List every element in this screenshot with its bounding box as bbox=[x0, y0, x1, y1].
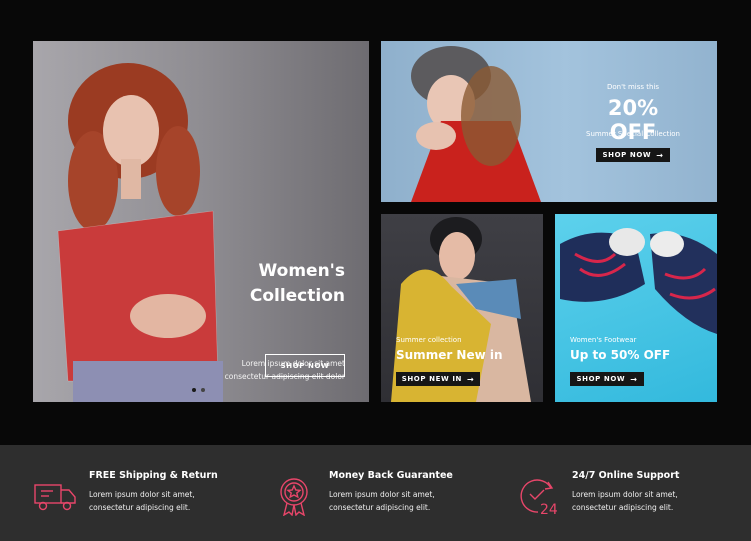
carousel-dot[interactable] bbox=[201, 388, 205, 392]
banner-title: Summer New in bbox=[396, 348, 503, 362]
features-bar: FREE Shipping & Return Lorem ipsum dolor… bbox=[0, 445, 751, 541]
arrow-right-icon: → bbox=[466, 374, 475, 384]
button-label: SHOP NOW bbox=[602, 151, 652, 159]
feature-title: Money Back Guarantee bbox=[329, 470, 453, 481]
shop-now-button[interactable]: SHOP NOW bbox=[265, 354, 345, 377]
banner-title: Women's Collection bbox=[249, 261, 345, 306]
carousel-dots bbox=[192, 388, 205, 392]
hero-section: Women's Collection Lorem ipsum dolor sit… bbox=[0, 0, 751, 445]
feature-guarantee: Money Back Guarantee Lorem ipsum dolor s… bbox=[250, 445, 500, 541]
carousel-dot[interactable] bbox=[192, 388, 196, 392]
button-label: SHOP NEW IN bbox=[401, 375, 462, 383]
shop-now-button[interactable]: SHOP NOW → bbox=[570, 372, 644, 386]
feature-title: 24/7 Online Support bbox=[572, 470, 680, 481]
banner-subtitle: Summer Special Collection bbox=[586, 130, 680, 138]
summer-special-banner[interactable]: Don't miss this 20% OFF Summer Special C… bbox=[381, 41, 717, 202]
feature-text: Lorem ipsum dolor sit amet, consectetur … bbox=[89, 490, 195, 512]
svg-text:24: 24 bbox=[540, 502, 558, 516]
banner-kicker: Summer collection bbox=[396, 336, 462, 344]
banner-kicker: Don't miss this bbox=[606, 83, 660, 91]
feature-text: Lorem ipsum dolor sit amet, consectetur … bbox=[572, 490, 678, 512]
shop-new-in-button[interactable]: SHOP NEW IN → bbox=[396, 372, 480, 386]
feature-text: Lorem ipsum dolor sit amet, consectetur … bbox=[329, 490, 435, 512]
shop-now-button[interactable]: SHOP NOW → bbox=[596, 148, 670, 162]
arrow-right-icon: → bbox=[656, 150, 664, 160]
banner-kicker: Women's Footwear bbox=[570, 336, 637, 344]
banner-title: Up to 50% OFF bbox=[570, 348, 671, 362]
feature-support: 24 24/7 Online Support Lorem ipsum dolor… bbox=[500, 445, 751, 541]
support-24-icon: 24 bbox=[520, 479, 558, 516]
womens-footwear-banner[interactable]: Women's Footwear Up to 50% OFF SHOP NOW … bbox=[555, 214, 717, 402]
arrow-right-icon: → bbox=[630, 374, 638, 384]
truck-icon bbox=[34, 484, 76, 511]
badge-icon bbox=[280, 478, 308, 516]
feature-shipping: FREE Shipping & Return Lorem ipsum dolor… bbox=[0, 445, 250, 541]
summer-new-in-banner[interactable]: Summer collection Summer New in SHOP NEW… bbox=[381, 214, 543, 402]
button-label: SHOP NOW bbox=[576, 375, 626, 383]
womens-collection-banner[interactable]: Women's Collection Lorem ipsum dolor sit… bbox=[33, 41, 369, 402]
feature-title: FREE Shipping & Return bbox=[89, 470, 218, 481]
model-photo bbox=[57, 63, 223, 402]
